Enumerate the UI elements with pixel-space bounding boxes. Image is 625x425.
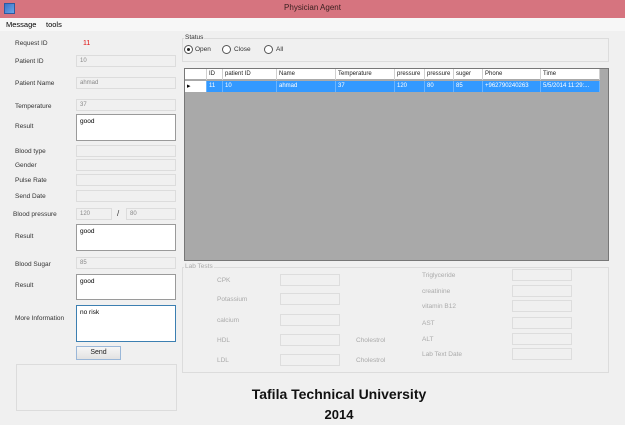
radio-close[interactable] [222,45,231,54]
blood-pressure-label: Blood pressure [13,211,57,218]
temperature-label: Temperature [15,103,52,110]
blood-sugar-field[interactable]: 85 [76,257,176,269]
menu-bar: Message tools [0,18,625,31]
patient-id-field[interactable]: 10 [76,55,176,67]
lab-hdl-label: HDL [217,337,231,344]
pulse-rate-label: Pulse Rate [15,177,47,184]
lab-ldl-field[interactable] [280,354,340,366]
lab-alt-field[interactable] [512,333,572,345]
radio-all[interactable] [264,45,273,54]
lab-creatinine-field[interactable] [512,285,572,297]
send-button[interactable]: Send [76,346,121,360]
blood-type-label: Blood type [15,148,46,155]
send-date-label: Send Date [15,193,46,200]
lab-alt-label: ALT [422,336,434,343]
patient-id-label: Patient ID [15,58,44,65]
lab-cpk-label: CPK [217,277,231,284]
temperature-field[interactable]: 37 [76,99,176,111]
col-marker [185,69,207,80]
request-id-label: Request ID [15,40,48,47]
more-info-textarea[interactable]: no risk [76,305,176,342]
requests-grid[interactable]: ID patient ID Name Temperature pressure … [184,68,609,261]
lab-ast-label: AST [422,320,435,327]
lab-cholestrol-ldl-label: Cholestrol [356,357,386,364]
blood-pressure-systolic[interactable]: 120 [76,208,112,220]
cell-suger[interactable]: 85 [454,81,483,92]
result3-label: Result [15,282,34,289]
more-info-label: More Information [15,315,65,322]
radio-close-label: Close [234,46,251,53]
status-title: Status [184,34,205,41]
gender-label: Gender [15,162,37,169]
col-name[interactable]: Name [277,69,336,80]
cell-pressure1[interactable]: 120 [395,81,425,92]
blood-pressure-separator: / [117,209,120,218]
lab-tests-title: Lab Tests [184,263,214,270]
request-id-value: 11 [83,40,91,47]
cell-patient-id[interactable]: 10 [223,81,277,92]
lab-creatinine-label: creatinine [422,288,451,295]
footer-panel [16,364,177,411]
gender-field[interactable] [76,159,176,171]
blood-type-field[interactable] [76,145,176,157]
lab-cpk-field[interactable] [280,274,340,286]
lab-vitamin-b12-field[interactable] [512,300,572,312]
col-temperature[interactable]: Temperature [336,69,395,80]
col-id[interactable]: ID [207,69,223,80]
university-name: Tafila Technical University [251,386,427,402]
cell-time[interactable]: 5/5/2014 11:29:... [541,81,600,92]
patient-name-field[interactable]: ahmad [76,77,176,89]
radio-open[interactable] [184,45,193,54]
col-pressure2[interactable]: pressure [425,69,454,80]
lab-potassium-field[interactable] [280,293,340,305]
lab-hdl-field[interactable] [280,334,340,346]
lab-ldl-label: LDL [217,357,229,364]
lab-ast-field[interactable] [512,317,572,329]
col-time[interactable]: Time [541,69,600,80]
lab-cholestrol-hdl-label: Cholestrol [356,337,386,344]
result1-label: Result [15,123,34,130]
blood-pressure-diastolic[interactable]: 80 [126,208,176,220]
lab-calcium-label: calcium [217,317,240,324]
radio-all-label: All [276,46,284,53]
result3-textarea[interactable]: good [76,274,176,300]
cell-phone[interactable]: +962790240263 [483,81,541,92]
result1-textarea[interactable]: good [76,114,176,141]
col-patient-id[interactable]: patient ID [223,69,277,80]
blood-sugar-label: Blood Sugar [15,261,51,268]
footer-year: 2014 [324,407,354,422]
lab-text-date-field[interactable] [512,348,572,360]
radio-open-label: Open [195,46,211,53]
cell-id[interactable]: 11 [207,81,223,92]
lab-triglyceride-label: Triglyceride [422,272,456,279]
pulse-rate-field[interactable] [76,174,176,186]
row-selector-icon[interactable]: ▸ [185,81,207,92]
cell-pressure2[interactable]: 80 [425,81,454,92]
cell-temperature[interactable]: 37 [336,81,395,92]
lab-text-date-label: Lab Text Date [422,351,462,358]
patient-name-label: Patient Name [15,80,55,87]
result2-label: Result [15,233,34,240]
cell-name[interactable]: ahmad [277,81,336,92]
grid-header: ID patient ID Name Temperature pressure … [185,69,600,80]
send-date-field[interactable] [76,190,176,202]
lab-calcium-field[interactable] [280,314,340,326]
lab-vitamin-b12-label: vitamin B12 [422,303,456,310]
title-bar: Physician Agent [0,0,625,18]
table-row[interactable]: ▸ 11 10 ahmad 37 120 80 85 +962790240263… [185,81,600,92]
col-suger[interactable]: suger [454,69,483,80]
col-pressure1[interactable]: pressure [395,69,425,80]
lab-potassium-label: Potassium [217,296,248,303]
menu-tools[interactable]: tools [46,20,62,29]
result2-textarea[interactable]: good [76,224,176,251]
col-phone[interactable]: Phone [483,69,541,80]
menu-message[interactable]: Message [6,20,36,29]
window-title: Physician Agent [284,3,341,12]
lab-triglyceride-field[interactable] [512,269,572,281]
